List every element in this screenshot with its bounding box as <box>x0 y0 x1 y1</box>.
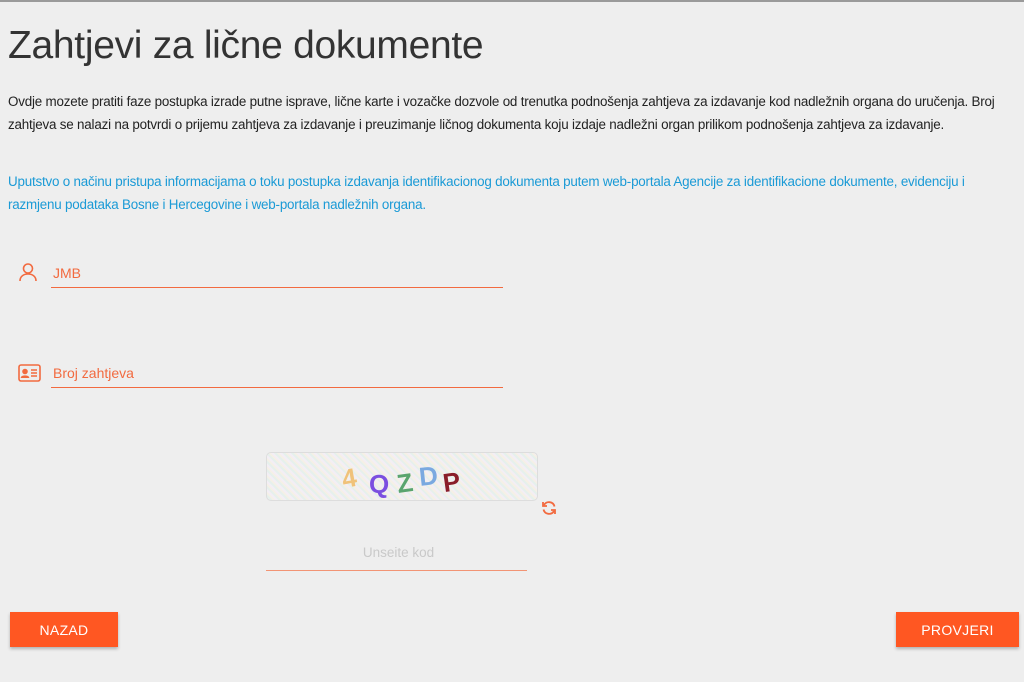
captcha-char: P <box>441 466 462 499</box>
captcha-image: 4 Q Z D P <box>266 452 538 501</box>
captcha-char: 4 <box>339 462 359 495</box>
jmb-input[interactable] <box>51 257 507 289</box>
captcha-char: Z <box>395 467 415 500</box>
jmb-field[interactable] <box>51 257 503 288</box>
page-title: Zahtjevi za lične dokumente <box>8 24 483 68</box>
check-button[interactable]: PROVJERI <box>896 612 1019 647</box>
refresh-captcha-icon[interactable] <box>541 500 557 521</box>
intro-text: Ovdje mozete pratiti faze postupka izrad… <box>8 91 1018 136</box>
captcha-code-field[interactable] <box>266 532 527 571</box>
request-number-field[interactable] <box>51 357 503 388</box>
captcha-code-input[interactable] <box>266 532 531 572</box>
captcha-char: D <box>417 460 439 493</box>
back-button[interactable]: NAZAD <box>10 612 118 647</box>
instructions-link[interactable]: Uputstvo o načinu pristupa informacijama… <box>8 171 1018 216</box>
user-icon <box>18 262 38 287</box>
top-border <box>0 0 1024 2</box>
request-number-input[interactable] <box>51 357 507 389</box>
id-card-icon <box>18 364 41 387</box>
captcha-char: Q <box>369 469 389 500</box>
